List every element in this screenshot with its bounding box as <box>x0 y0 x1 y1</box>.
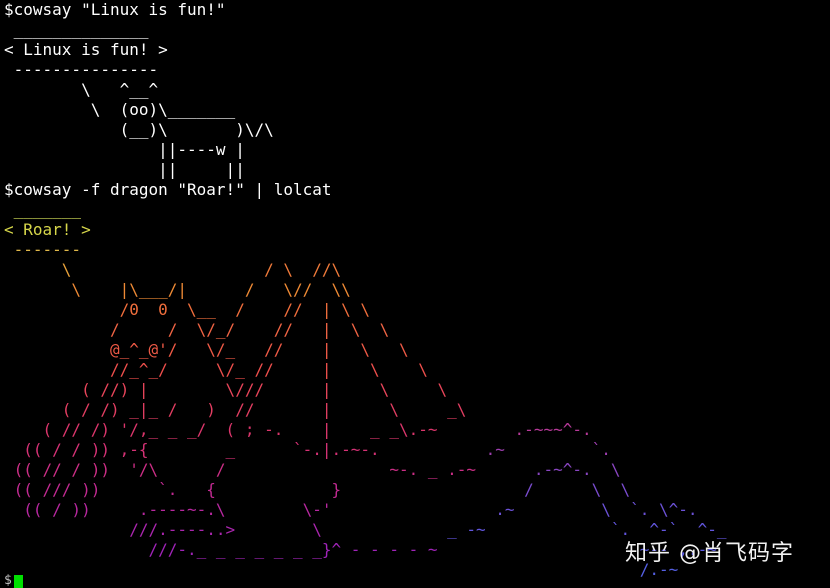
terminal-text-segment: (( / )) .----~-.\ \-' <box>4 500 332 519</box>
terminal-text-segment: ( / /) _|_ / ) // | \ _\ <box>4 400 467 419</box>
terminal-text-segment: < Linux is fun! > <box>4 40 168 59</box>
terminal-line: ( // /) '/,_ _ _/ ( ; -. | _ _\.-~ .-~~~… <box>4 420 830 440</box>
prompt-symbol: $ <box>4 573 12 588</box>
terminal-line: \ / \ //\ <box>4 260 830 280</box>
terminal-text-segment: ------- <box>4 240 82 259</box>
terminal-line: ||----w | <box>4 140 830 160</box>
terminal-text-segment: / \ //\ <box>71 260 342 279</box>
terminal-text-segment: --------------- <box>4 60 159 79</box>
terminal-text-segment: \ <box>4 260 72 279</box>
terminal-cursor <box>13 575 23 588</box>
terminal-line: ( / /) _|_ / ) // | \ _\ <box>4 400 830 420</box>
terminal-line: $cowsay -f dragon "Roar!" | lolcat <box>4 180 830 200</box>
terminal-line: --------------- <box>4 60 830 80</box>
terminal-text-segment: / / \/_/ // | \ \ <box>4 320 390 339</box>
terminal-text-segment: \ |\___/| / \// \\ <box>4 280 351 299</box>
terminal-line: \ ^__^ <box>4 80 830 100</box>
terminal-text-segment: (__)\ )\/\ <box>4 120 274 139</box>
terminal-text-segment: .-~~~^-. <box>437 420 592 439</box>
terminal-text-segment: ||----w | <box>4 140 245 159</box>
terminal-text-segment: ( // /) '/,_ _ _/ ( ; -. | _ _\.-~ <box>4 420 438 439</box>
terminal-text-segment: || || <box>4 160 245 179</box>
terminal-text-segment: $cowsay "Linux is fun!" <box>4 0 226 19</box>
terminal-text-segment: ______________ <box>4 20 149 39</box>
terminal-line: < Linux is fun! > <box>4 40 830 60</box>
terminal-line: < Roar! > <box>4 220 830 240</box>
terminal-text-segment: /.-~ <box>4 560 679 579</box>
terminal-line: $cowsay "Linux is fun!" <box>4 0 830 20</box>
terminal-line: /0 0 \__ / // | \ \ <box>4 300 830 320</box>
terminal-text-segment: < Roar! > <box>4 220 91 239</box>
terminal-text-segment: //_^_/ \/_ // | \ \ <box>4 360 428 379</box>
terminal-line: //_^_/ \/_ // | \ \ <box>4 360 830 380</box>
terminal-text-segment: \ (oo)\_______ <box>4 100 236 119</box>
terminal-text-segment: \ ^__^ <box>4 80 159 99</box>
terminal-line: \ |\___/| / \// \\ <box>4 280 830 300</box>
terminal-line: || || <box>4 160 830 180</box>
terminal-line: (( /// )) `. { } / \ \ <box>4 480 830 500</box>
terminal-text-segment: / \ \ <box>341 480 631 499</box>
command-prompt[interactable]: $ <box>4 574 23 588</box>
terminal-line: (( / / )) ,-{ _ `-.|.-~-. .~ `. <box>4 440 830 460</box>
terminal-text-segment: $cowsay -f dragon "Roar!" | lolcat <box>4 180 332 199</box>
terminal-line: / / \/_/ // | \ \ <box>4 320 830 340</box>
terminal-line: ______________ <box>4 20 830 40</box>
terminal-line: @_^_@'/ \/_ // | \ \ <box>4 340 830 360</box>
terminal-line: (( / )) .----~-.\ \-' .~ \ `. \^-. <box>4 500 830 520</box>
terminal-text-segment: (( / / )) ,-{ _ `-.|.-~-. <box>4 440 380 459</box>
terminal-text-segment: ///-._ _ _ _ _ _ _}^ - - - - ~ <box>4 540 438 559</box>
terminal-text-segment: .-~^-. \ <box>476 460 621 479</box>
terminal-text-segment: (( /// )) `. { } <box>4 480 342 499</box>
terminal-text-segment: @_^_@'/ \/_ // | \ \ <box>4 340 409 359</box>
terminal-line: ------- <box>4 240 830 260</box>
terminal-output[interactable]: $cowsay "Linux is fun!" ______________ < … <box>4 0 830 588</box>
terminal-line: (( // / )) '/\ / ~-. _ .-~ .-~^-. \ <box>4 460 830 480</box>
terminal-text-segment: ( //) | \/// | \ \ <box>4 380 448 399</box>
terminal-text-segment: .~ `. <box>379 440 611 459</box>
terminal-text-segment: (( // / )) '/\ / ~-. _ .-~ <box>4 460 477 479</box>
terminal-text-segment: /0 0 \__ / // | \ \ <box>4 300 371 319</box>
terminal-line: (__)\ )\/\ <box>4 120 830 140</box>
zhihu-watermark: 知乎 @肖飞码字 <box>625 541 794 566</box>
terminal-text-segment: ///.----..> \ <box>4 520 322 539</box>
terminal-line: ( //) | \/// | \ \ <box>4 380 830 400</box>
terminal-line: _______ <box>4 200 830 220</box>
terminal-text-segment: .~ \ `. \^-. <box>331 500 698 519</box>
terminal-line: \ (oo)\_______ <box>4 100 830 120</box>
terminal-text-segment: _______ <box>4 200 82 219</box>
